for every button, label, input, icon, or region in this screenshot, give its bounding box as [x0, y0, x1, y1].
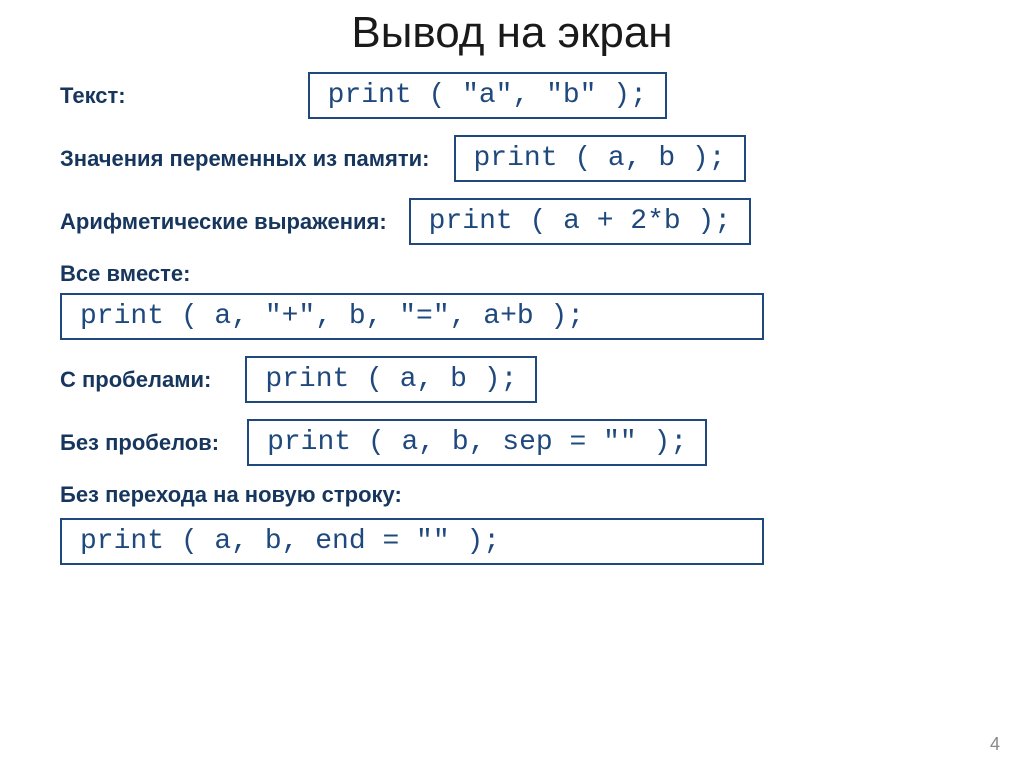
code-without-spaces: print ( a, b, sep = "" );	[247, 419, 707, 466]
label-all-together: Все вместе:	[60, 261, 191, 287]
row-no-newline-label: Без перехода на новую строку:	[0, 482, 1024, 508]
row-with-spaces: С пробелами: print ( a, b );	[0, 356, 1024, 403]
code-text: print ( "a", "b" );	[308, 72, 667, 119]
code-all-together: print ( a, "+", b, "=", a+b );	[60, 293, 764, 340]
code-variables: print ( a, b );	[454, 135, 746, 182]
label-without-spaces: Без пробелов:	[60, 430, 219, 456]
row-arithmetic: Арифметические выражения: print ( a + 2*…	[0, 198, 1024, 245]
label-arithmetic: Арифметические выражения:	[60, 209, 387, 235]
code-arithmetic: print ( a + 2*b );	[409, 198, 751, 245]
label-variables: Значения переменных из памяти:	[60, 146, 430, 172]
row-text: Текст: print ( "a", "b" );	[0, 72, 1024, 119]
label-text: Текст:	[60, 83, 126, 109]
slide-title: Вывод на экран	[0, 0, 1024, 72]
row-variables: Значения переменных из памяти: print ( a…	[0, 135, 1024, 182]
label-with-spaces: С пробелами:	[60, 367, 211, 393]
code-with-spaces: print ( a, b );	[245, 356, 537, 403]
row-without-spaces: Без пробелов: print ( a, b, sep = "" );	[0, 419, 1024, 466]
page-number: 4	[990, 734, 1000, 755]
label-no-newline: Без перехода на новую строку:	[60, 482, 402, 508]
row-all-together-label: Все вместе:	[0, 261, 1024, 287]
code-no-newline: print ( a, b, end = "" );	[60, 518, 764, 565]
